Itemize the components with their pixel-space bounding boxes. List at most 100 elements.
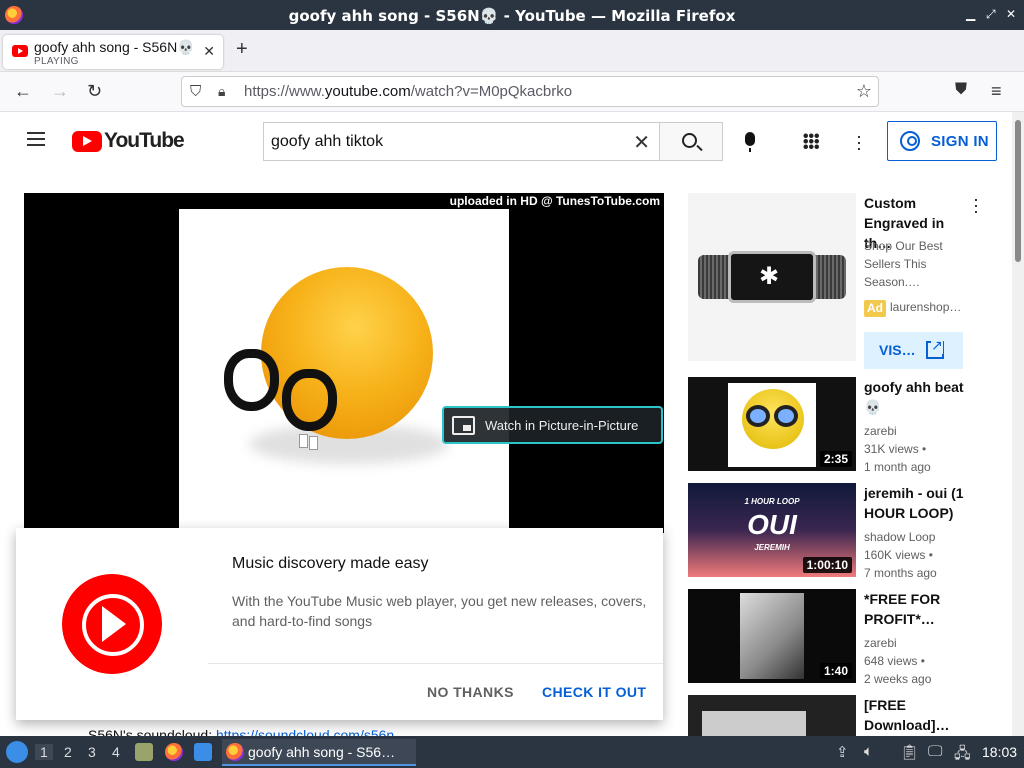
youtube-header: YouTube goofy ahh tiktok ✕ · · · SIGN IN	[0, 112, 1012, 170]
app-menu-icon[interactable]: ≡	[991, 81, 1002, 102]
ad-more-icon[interactable]: · · ·	[973, 190, 979, 220]
video-watermark: uploaded in HD @ TunesToTube.com	[449, 194, 660, 208]
hamburger-menu-icon[interactable]	[27, 132, 45, 146]
video-duration: 1:40	[819, 663, 852, 679]
apps-grid-icon[interactable]	[803, 133, 819, 149]
ad-visit-button[interactable]: VIS…	[864, 332, 963, 369]
network-icon[interactable]: 🖧	[954, 743, 971, 768]
sign-in-button[interactable]: SIGN IN	[887, 121, 997, 161]
thumb-photo	[702, 711, 806, 736]
thumb-lens-right	[774, 405, 798, 427]
maximize-icon[interactable]: ⤢	[986, 7, 996, 22]
new-tab-icon[interactable]: +	[236, 38, 248, 61]
start-menu-icon[interactable]	[6, 741, 28, 763]
url-text[interactable]: https://www.youtube.com/watch?v=M0pQkacb…	[244, 83, 572, 100]
video-thumbnail[interactable]: 1 HOUR LOOP OUI JEREMIH 1:00:10	[688, 483, 856, 577]
upload-tray-icon[interactable]: ⇪	[836, 743, 849, 761]
picture-in-picture-icon	[452, 416, 475, 435]
bookmark-star-icon[interactable]: ☆	[856, 81, 872, 102]
lock-icon[interactable]: 🔒︎	[218, 83, 225, 100]
picture-in-picture-button[interactable]: Watch in Picture-in-Picture	[442, 406, 663, 444]
video-title[interactable]: *FREE FOR PROFIT*…	[864, 589, 974, 629]
ad-thumbnail[interactable]	[688, 193, 856, 361]
video-player[interactable]: uploaded in HD @ TunesToTube.com	[24, 193, 664, 533]
ad-description: Shop Our Best Sellers This Season.…	[864, 239, 943, 289]
bracelet-plate	[728, 251, 816, 303]
tracking-shield-icon[interactable]: ⛉	[190, 83, 201, 100]
video-thumbnail[interactable]: 2:35	[688, 377, 856, 471]
search-icon	[682, 133, 697, 148]
desktop-icon[interactable]	[194, 743, 212, 761]
firefox-launcher-icon[interactable]	[165, 743, 183, 761]
url-bar[interactable]: ⛉ 🔒︎ https://www.youtube.com/watch?v=M0p…	[181, 76, 879, 107]
promo-body: With the YouTube Music web player, you g…	[232, 593, 647, 629]
tab-youtube[interactable]: goofy ahh song - S56N💀 PLAYING ✕	[3, 35, 223, 69]
thumb-artist-label: JEREMIH	[754, 543, 790, 552]
video-age: 7 months ago	[864, 566, 937, 580]
settings-more-icon[interactable]: · · ·	[856, 127, 862, 157]
back-icon[interactable]: ←	[14, 81, 32, 102]
navigation-toolbar: ← → ↻ ⛉ 🔒︎ https://www.youtube.com/watch…	[0, 72, 1024, 112]
search-input[interactable]: goofy ahh tiktok ✕	[263, 122, 660, 161]
ad-badge: Ad	[864, 300, 886, 317]
search-query[interactable]: goofy ahh tiktok	[271, 133, 383, 151]
workspace-3[interactable]: 3	[88, 744, 96, 760]
clear-search-icon[interactable]: ✕	[633, 130, 650, 155]
youtube-favicon-icon	[12, 45, 28, 57]
video-duration: 2:35	[819, 451, 852, 467]
clipboard-icon[interactable]: 📋︎	[900, 743, 919, 761]
check-it-out-button[interactable]: CHECK IT OUT	[542, 684, 646, 700]
reload-icon[interactable]: ↻	[87, 81, 102, 102]
display-icon[interactable]: 🖵	[928, 743, 942, 760]
volume-icon[interactable]: 🔈︎	[864, 743, 873, 760]
tooth-left	[299, 434, 308, 448]
page-scrollbar[interactable]	[1012, 112, 1024, 736]
sign-in-label: SIGN IN	[931, 133, 989, 150]
window-titlebar: goofy ahh song - S56N💀 - YouTube — Mozil…	[0, 0, 1024, 30]
taskbar-firefox-window[interactable]: goofy ahh song - S56…	[222, 739, 416, 766]
desktop-taskbar: 1 2 3 4 goofy ahh song - S56… ⇪ 🔈︎ 📋︎ 🖵 …	[0, 736, 1024, 768]
video-channel[interactable]: zarebi	[864, 421, 897, 441]
video-thumbnail[interactable]: 1:40	[688, 589, 856, 683]
scrollbar-thumb[interactable]	[1015, 120, 1021, 262]
video-age: 1 month ago	[864, 460, 931, 474]
window-title: goofy ahh song - S56N💀 - YouTube — Mozil…	[288, 7, 736, 25]
video-views: 160K views •	[864, 548, 933, 562]
pocket-icon[interactable]: ⛊	[955, 81, 967, 99]
youtube-logo-icon[interactable]	[72, 131, 102, 152]
tab-close-icon[interactable]: ✕	[203, 43, 215, 60]
no-thanks-button[interactable]: NO THANKS	[427, 684, 514, 700]
video-channel[interactable]: zarebi	[864, 633, 897, 653]
tab-playing-status: PLAYING	[34, 56, 79, 67]
video-views: 31K views •	[864, 442, 927, 456]
pip-label: Watch in Picture-in-Picture	[485, 418, 639, 433]
lens-right	[282, 369, 337, 431]
taskbar-clock[interactable]: 18:03	[982, 744, 1017, 760]
video-duration: 1:00:10	[802, 557, 852, 573]
video-age: 2 weeks ago	[864, 672, 932, 686]
taskbar-window-title: goofy ahh song - S56…	[248, 744, 396, 760]
thumb-artwork	[728, 383, 816, 467]
video-thumbnail[interactable]	[688, 695, 856, 736]
youtube-wordmark[interactable]: YouTube	[104, 129, 185, 153]
promo-divider	[208, 663, 663, 664]
ad-domain: laurenshop…	[890, 300, 962, 314]
video-title[interactable]: goofy ahh beat 💀	[864, 377, 974, 417]
file-manager-icon[interactable]	[135, 743, 153, 761]
visit-label: VIS…	[879, 342, 916, 358]
close-window-icon[interactable]: ✕	[1006, 7, 1016, 21]
minimize-icon[interactable]: ▁	[966, 7, 975, 21]
search-button[interactable]	[659, 122, 723, 161]
video-channel[interactable]: shadow Loop	[864, 527, 935, 547]
workspace-2[interactable]: 2	[64, 744, 72, 760]
tooth-right	[309, 436, 318, 450]
microphone-icon[interactable]	[745, 132, 755, 152]
video-artwork	[179, 209, 509, 533]
forward-icon[interactable]: →	[51, 81, 69, 102]
workspace-1[interactable]: 1	[35, 744, 53, 760]
account-icon	[900, 131, 920, 151]
workspace-4[interactable]: 4	[112, 744, 120, 760]
video-title[interactable]: jeremih - oui (1 HOUR LOOP)	[864, 483, 974, 523]
video-title[interactable]: [FREE Download]…	[864, 695, 974, 735]
tab-strip: goofy ahh song - S56N💀 PLAYING ✕ +	[0, 30, 1024, 72]
